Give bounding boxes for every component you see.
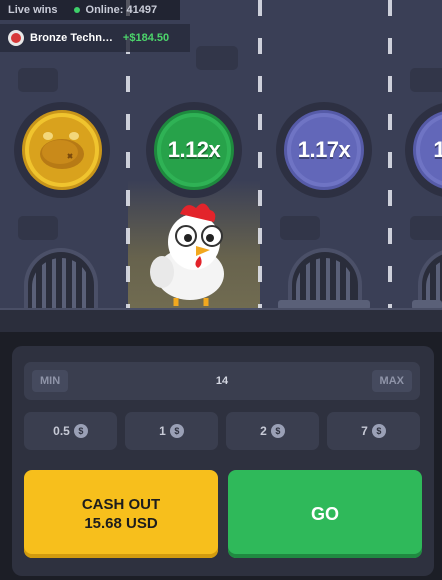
online-status-icon	[73, 7, 80, 13]
go-label: GO	[310, 503, 339, 524]
lane-coin-next[interactable]: 1.17x	[276, 102, 372, 198]
wall-brick	[18, 68, 58, 92]
chip-value: 0.5	[53, 424, 70, 438]
max-bet-button[interactable]: MAX	[371, 370, 412, 392]
lane-divider	[388, 0, 392, 310]
bet-controls-panel: 14 MIN MAX 0.5 $ 1 $ 2 $ 7 $ CASH OUT 15…	[12, 346, 434, 576]
online-count: Online: 41497	[85, 4, 158, 16]
dollar-coin-icon: $	[371, 424, 386, 438]
chip-7[interactable]: 7 $	[327, 412, 420, 450]
cash-out-amount: 15.68 USD	[84, 515, 158, 532]
cash-out-button[interactable]: CASH OUT 15.68 USD	[24, 470, 218, 558]
win-amount: +$184.50	[122, 32, 170, 44]
roast-chicken-icon	[40, 132, 84, 169]
chip-value: 1	[159, 424, 166, 438]
wall-brick	[196, 46, 238, 70]
player-name: Bronze Techn…	[30, 32, 113, 44]
live-stats-bar: Live wins Online: 41497	[0, 0, 180, 20]
dollar-coin-icon: $	[169, 424, 184, 438]
min-bet-button[interactable]: MIN	[32, 370, 69, 392]
chip-value: 7	[361, 424, 368, 438]
multiplier-label: 1.17x	[297, 137, 351, 162]
quick-bet-chips: 0.5 $ 1 $ 2 $ 7 $	[24, 412, 420, 450]
recent-win-row: Bronze Techn… +$184.50	[0, 24, 190, 52]
chip-2[interactable]: 2 $	[226, 412, 319, 450]
dollar-coin-icon: $	[270, 424, 285, 438]
lane-coin-passed	[14, 102, 110, 198]
go-button[interactable]: GO	[228, 470, 422, 558]
lane-divider	[258, 0, 262, 310]
sewer-grate	[24, 248, 98, 310]
chip-1[interactable]: 1 $	[125, 412, 218, 450]
wall-brick	[410, 68, 442, 92]
lane-coin-current[interactable]: 1.12x	[146, 102, 242, 198]
wall-brick	[410, 216, 442, 240]
cash-out-label: CASH OUT	[81, 496, 161, 513]
ground-floor	[0, 308, 442, 332]
chicken-character	[150, 203, 224, 306]
wall-brick	[18, 216, 58, 240]
chip-0-5[interactable]: 0.5 $	[24, 412, 117, 450]
chip-value: 2	[260, 424, 267, 438]
multiplier-label: 1.12x	[167, 137, 221, 162]
bet-amount-input[interactable]: 14	[24, 362, 420, 400]
lane-coin-future[interactable]: 1.	[405, 102, 442, 198]
live-wins-label: Live wins	[8, 4, 58, 16]
multiplier-label: 1.	[433, 137, 442, 162]
dollar-coin-icon: $	[73, 424, 88, 438]
avatar	[8, 30, 24, 46]
bet-amount-row: 14 MIN MAX	[24, 362, 420, 400]
wall-brick	[280, 216, 320, 240]
